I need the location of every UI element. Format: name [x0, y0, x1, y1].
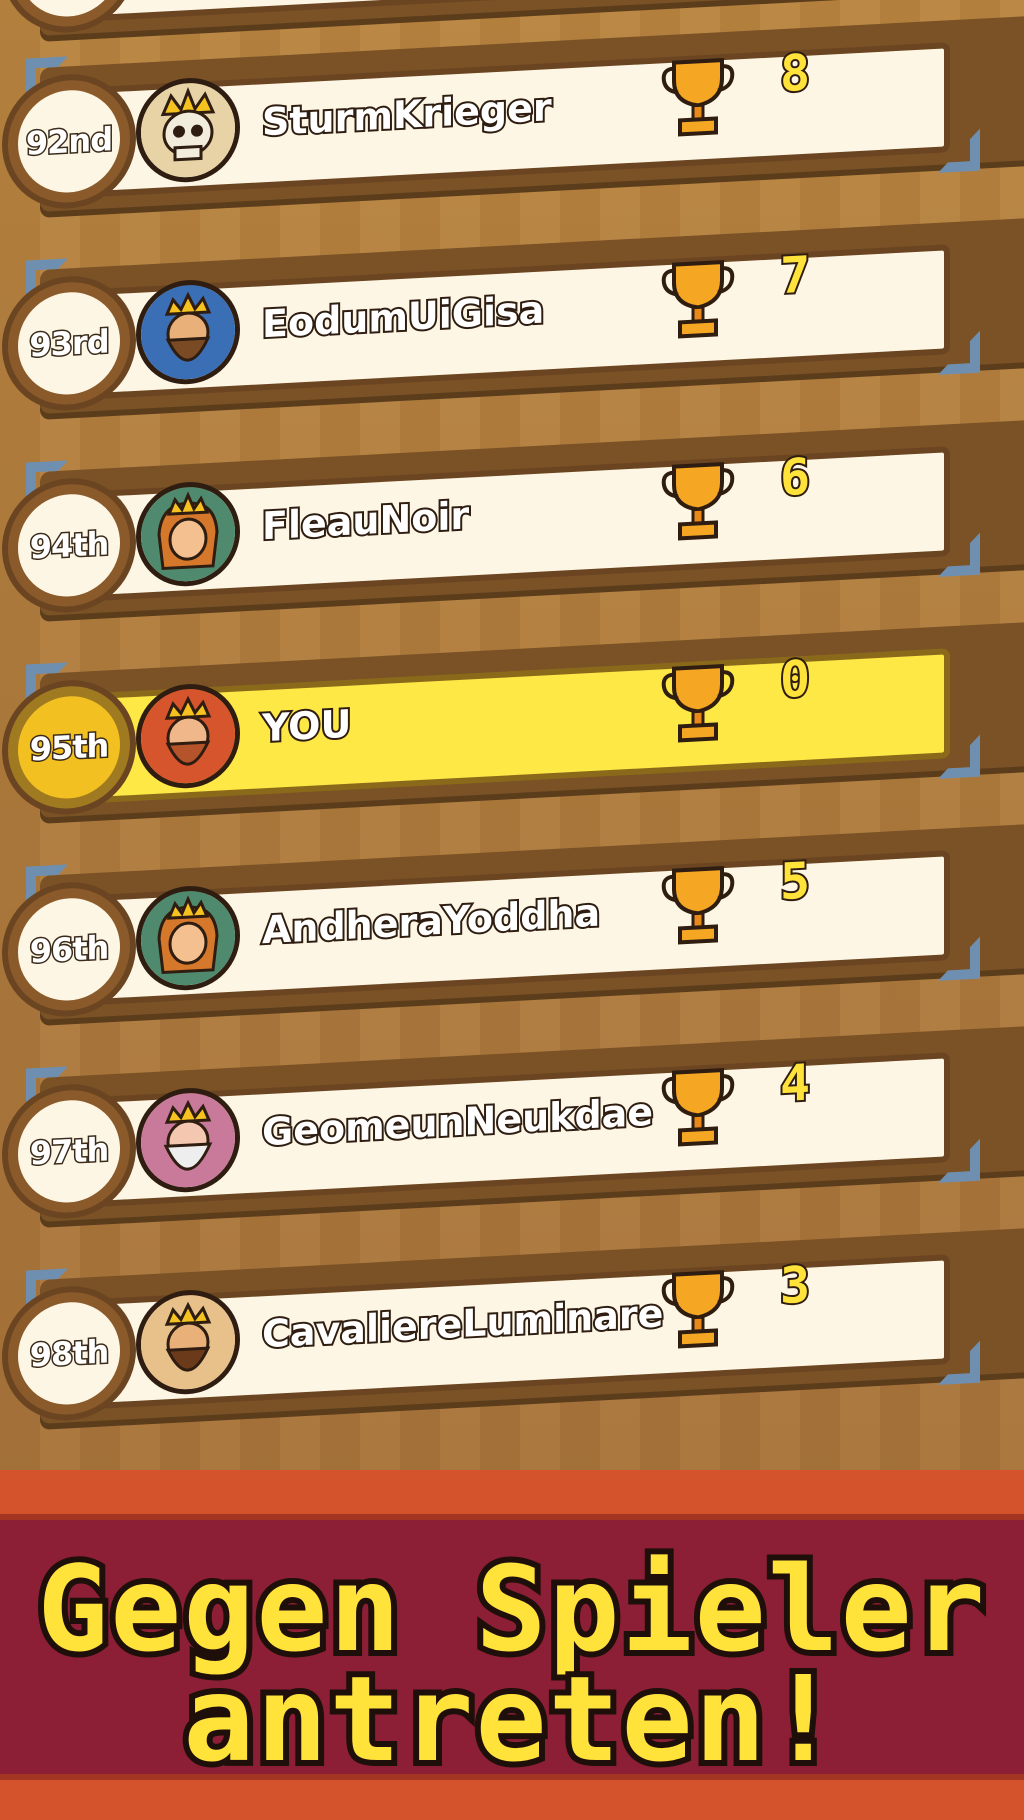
trophy-count: 3: [778, 1254, 812, 1318]
leaderboard-row-current-player[interactable]: 95th YOU 0: [0, 610, 1024, 830]
trophy-count: 7: [778, 244, 812, 308]
leaderboard-row[interactable]: 97th GeomeunNeukdae 4: [0, 1014, 1024, 1234]
trophy-count: 4: [778, 1052, 812, 1116]
trophy-icon: [661, 1270, 735, 1349]
leaderboard-row[interactable]: 94th FleauNoir 6: [0, 408, 1024, 628]
promo-banner: Gegen Spieler antreten!: [0, 1470, 1024, 1820]
trophy-icon: [661, 58, 735, 137]
trophy-icon: [661, 866, 735, 945]
leaderboard-row[interactable]: 93rd EodumUiGisa 7: [0, 206, 1024, 426]
leaderboard-row[interactable]: 96th AndheraYoddha 5: [0, 812, 1024, 1032]
trophy-count: 6: [778, 446, 812, 510]
banner-headline-line-2: antreten!: [177, 1650, 844, 1788]
trophy-count: 5: [778, 850, 812, 914]
trophy-count: 8: [778, 42, 812, 106]
trophy-icon: [661, 462, 735, 541]
banner-top-trim: [0, 1470, 1024, 1520]
trophy-icon: [661, 260, 735, 339]
leaderboard-row[interactable]: 98th CavaliereLuminare 3: [0, 1216, 1024, 1436]
banner-bottom-trim: [0, 1774, 1024, 1820]
trophy-count: 0: [778, 648, 812, 712]
leaderboard-rows: 92nd SturmKrieger 8 93rd EodumUiGisa 7 9…: [0, 0, 1024, 1470]
player-name: YOU: [260, 700, 353, 753]
trophy-icon: [661, 664, 735, 743]
trophy-icon: [661, 1068, 735, 1147]
leaderboard[interactable]: 92nd SturmKrieger 8 93rd EodumUiGisa 7 9…: [0, 0, 1024, 1470]
